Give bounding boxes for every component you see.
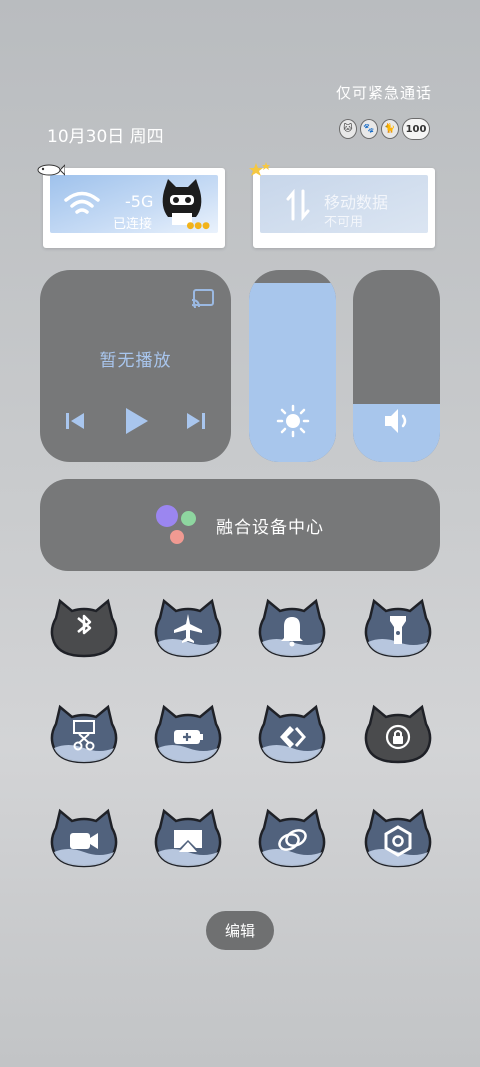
toggle-bluetooth[interactable]: [48, 598, 120, 660]
toggle-nfc-hex[interactable]: [362, 808, 434, 870]
media-status-label: 暂无播放: [99, 351, 172, 371]
fusion-label: 融合设备中心: [216, 517, 324, 538]
toggle-battery-saver[interactable]: [152, 704, 224, 766]
fish-sticker-icon: [37, 164, 65, 176]
bluetooth-icon: [50, 598, 118, 658]
cat-sticker-icon: 🐱: [339, 119, 357, 139]
next-track-icon[interactable]: [185, 410, 207, 432]
screenshot-scissors-icon: [50, 704, 118, 764]
mobile-data-arrows-icon: [286, 189, 310, 221]
toggle-screenshot-scissors[interactable]: [48, 704, 120, 766]
brightness-slider[interactable]: [249, 270, 336, 462]
toggle-nearby-share[interactable]: [256, 704, 328, 766]
nearby-share-icon: [258, 704, 326, 764]
score-badge: 100: [402, 118, 430, 140]
toggle-rotation-lock[interactable]: [362, 704, 434, 766]
flashlight-icon: [364, 598, 432, 658]
toggle-airplane[interactable]: [152, 598, 224, 660]
multi-screen-link-icon: [258, 808, 326, 868]
volume-slider[interactable]: [353, 270, 440, 462]
toggle-screen-record[interactable]: [48, 808, 120, 870]
edit-button[interactable]: 编辑: [206, 911, 274, 950]
fusion-logo-icon: [156, 503, 202, 547]
date-label: 10月30日 周四: [47, 127, 164, 147]
wifi-icon: [64, 191, 100, 214]
wifi-status: 已连接: [113, 217, 153, 232]
star-sticker-icon: [249, 162, 270, 176]
toggle-multi-screen-link[interactable]: [256, 808, 328, 870]
cast-icon[interactable]: [191, 288, 215, 308]
nfc-hex-icon: [364, 808, 432, 868]
chick-stickers-icon: ●●●: [186, 221, 210, 231]
media-player-tile[interactable]: 暂无播放: [40, 270, 231, 462]
emergency-calls-only: 仅可紧急通话: [335, 84, 432, 102]
volume-speaker-icon: [384, 409, 406, 433]
airplane-icon: [154, 598, 222, 658]
bell-icon: [258, 598, 326, 658]
screen-record-icon: [50, 808, 118, 868]
rotation-lock-icon: [364, 704, 432, 764]
wifi-card[interactable]: -5G 已连接 ●●●: [37, 164, 225, 248]
mobile-data-status: 不可用: [324, 215, 364, 230]
cat-sticker-icon: [162, 179, 202, 225]
toggle-bell[interactable]: [256, 598, 328, 660]
cat-sticker-icon: 🐾: [360, 119, 378, 139]
battery-saver-icon: [154, 704, 222, 764]
toggle-flashlight[interactable]: [362, 598, 434, 660]
fusion-device-center[interactable]: 融合设备中心: [40, 479, 440, 571]
mobile-data-title: 移动数据: [324, 193, 389, 212]
mobile-data-card[interactable]: 移动数据 不可用: [249, 162, 435, 248]
cat-sticker-icon: 🐈: [381, 119, 399, 139]
screen-cast-icon: [154, 808, 222, 868]
status-stickers: 🐱 🐾 🐈 100: [339, 118, 430, 140]
wifi-network-name: -5G: [125, 192, 154, 211]
brightness-sun-icon: [276, 404, 309, 438]
toggle-screen-cast[interactable]: [152, 808, 224, 870]
play-icon[interactable]: [122, 406, 150, 436]
previous-track-icon[interactable]: [64, 410, 86, 432]
